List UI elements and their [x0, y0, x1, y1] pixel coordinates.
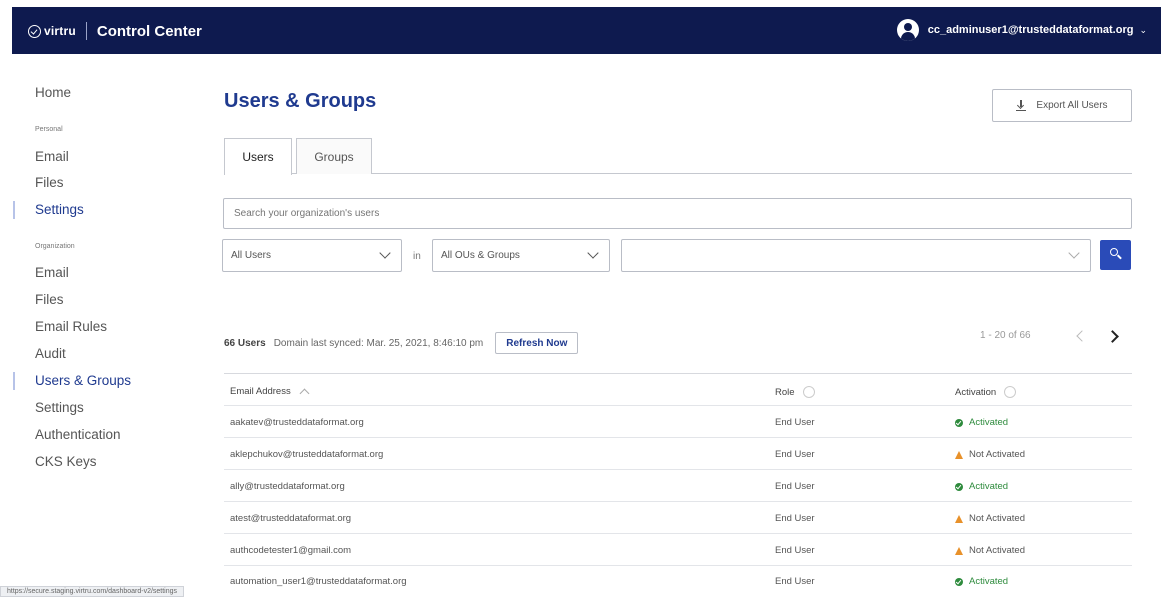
status-text: Not Activated [969, 449, 1025, 460]
column-header-email[interactable]: Email Address [230, 386, 310, 399]
row-divider [224, 469, 1132, 470]
row-email[interactable]: aakatev@trusteddataformat.org [230, 417, 364, 428]
row-email[interactable]: atest@trusteddataformat.org [230, 513, 351, 524]
row-activation-status: Not Activated [955, 545, 1025, 556]
column-header-role[interactable]: Role [775, 386, 815, 398]
pagination-range: 1 - 20 of 66 [980, 330, 1031, 341]
row-role: End User [775, 576, 815, 587]
row-role: End User [775, 481, 815, 492]
virtru-logo-icon [28, 24, 41, 38]
sidebar-item-users-groups[interactable]: Users & Groups [35, 373, 131, 388]
row-role: End User [775, 417, 815, 428]
app-frame: virtru Control Center cc_adminuser1@trus… [0, 0, 1176, 597]
row-divider [224, 533, 1132, 534]
sidebar-section-organization: Organization [35, 243, 75, 250]
warning-icon [955, 546, 963, 555]
check-circle-icon [955, 577, 963, 586]
download-icon [1016, 100, 1027, 112]
table-top-border [224, 373, 1132, 374]
tab-groups[interactable]: Groups [296, 138, 372, 174]
status-text: Not Activated [969, 545, 1025, 556]
row-email[interactable]: authcodetester1@gmail.com [230, 545, 351, 556]
user-count: 66 Users [224, 337, 266, 349]
sidebar-item-cks-keys[interactable]: CKS Keys [35, 454, 97, 469]
row-activation-status: Activated [955, 417, 1008, 428]
sidebar-active-marker [13, 201, 15, 219]
user-filter-value: All Users [231, 250, 272, 261]
column-header-role-label: Role [775, 386, 795, 398]
chevron-down-icon: ⌄ [1139, 24, 1147, 35]
group-value-select[interactable] [621, 239, 1091, 272]
sidebar-item-personal-settings[interactable]: Settings [35, 202, 84, 217]
row-email[interactable]: ally@trusteddataformat.org [230, 481, 345, 492]
sort-icon[interactable] [802, 386, 815, 398]
sidebar-item-personal-email[interactable]: Email [35, 149, 69, 164]
column-header-activation-label: Activation [955, 386, 997, 398]
chevron-down-icon [1068, 247, 1080, 259]
sidebar-item-org-email[interactable]: Email [35, 265, 69, 280]
status-text: Activated [969, 576, 1009, 587]
status-text: Activated [969, 417, 1009, 428]
chevron-down-icon [587, 247, 599, 259]
warning-icon [955, 450, 963, 459]
column-header-activation[interactable]: Activation [955, 386, 1017, 398]
next-page-icon[interactable] [1106, 330, 1119, 343]
row-activation-status: Not Activated [955, 449, 1025, 460]
page-title: Users & Groups [224, 90, 377, 112]
brand[interactable]: virtru Control Center [28, 21, 202, 41]
status-text: Activated [969, 481, 1009, 492]
row-divider [224, 437, 1132, 438]
sidebar-active-marker [13, 372, 15, 390]
check-circle-icon [955, 482, 963, 491]
search-button[interactable] [1100, 240, 1131, 270]
sidebar-item-personal-files[interactable]: Files [35, 175, 64, 190]
row-email[interactable]: aklepchukov@trusteddataformat.org [230, 449, 383, 460]
sidebar-section-personal: Personal [35, 126, 63, 133]
brand-divider [85, 22, 87, 40]
check-circle-icon [955, 418, 963, 427]
search-input[interactable] [223, 198, 1132, 229]
sidebar-item-org-settings[interactable]: Settings [35, 400, 84, 415]
browser-status-url: https://secure.staging.virtru.com/dashbo… [0, 586, 185, 597]
sidebar-item-audit[interactable]: Audit [35, 346, 66, 361]
tab-users[interactable]: Users [224, 138, 292, 175]
in-label: in [413, 251, 421, 262]
chevron-down-icon [379, 247, 391, 259]
account-menu[interactable]: cc_adminuser1@trusteddataformat.org ⌄ [896, 19, 1147, 41]
logo-text: virtru [44, 24, 76, 38]
app-title: Control Center [96, 22, 202, 40]
export-button-label: Export All Users [1036, 100, 1108, 111]
sidebar-item-home[interactable]: Home [35, 85, 71, 100]
refresh-now-button[interactable]: Refresh Now [495, 332, 579, 354]
user-summary: 66 Users Domain last synced: Mar. 25, 20… [224, 332, 579, 354]
sync-status: Domain last synced: Mar. 25, 2021, 8:46:… [273, 337, 484, 349]
sidebar-item-org-files[interactable]: Files [35, 292, 64, 307]
user-avatar-icon [896, 19, 919, 41]
ou-filter-value: All OUs & Groups [441, 250, 520, 261]
row-activation-status: Activated [955, 481, 1008, 492]
table-header-border [224, 405, 1132, 406]
sort-ascending-icon[interactable] [299, 388, 310, 399]
warning-icon [955, 514, 963, 523]
export-all-users-button[interactable]: Export All Users [992, 89, 1132, 122]
row-email[interactable]: automation_user1@trusteddataformat.org [230, 576, 407, 587]
row-activation-status: Not Activated [955, 513, 1025, 524]
sidebar-item-email-rules[interactable]: Email Rules [35, 319, 107, 334]
row-activation-status: Activated [955, 576, 1008, 587]
user-filter-select[interactable]: All Users [222, 239, 402, 272]
column-header-email-label: Email Address [230, 386, 291, 397]
row-role: End User [775, 449, 815, 460]
account-email: cc_adminuser1@trusteddataformat.org [927, 24, 1134, 36]
row-divider [224, 501, 1132, 502]
sidebar-item-authentication[interactable]: Authentication [35, 427, 121, 442]
sort-icon[interactable] [1004, 386, 1017, 398]
previous-page-icon[interactable] [1076, 330, 1088, 342]
ou-filter-select[interactable]: All OUs & Groups [432, 239, 610, 272]
row-divider [224, 565, 1132, 566]
row-role: End User [775, 513, 815, 524]
row-role: End User [775, 545, 815, 556]
top-bar: virtru Control Center cc_adminuser1@trus… [12, 7, 1161, 54]
status-text: Not Activated [969, 513, 1025, 524]
